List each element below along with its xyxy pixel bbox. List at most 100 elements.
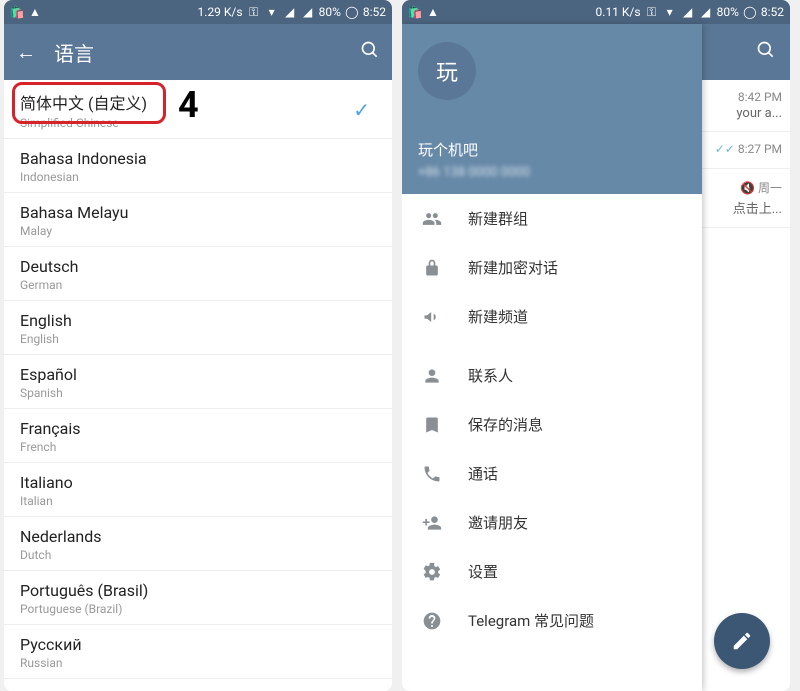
language-sub: French	[20, 440, 376, 454]
signal-icon: ◢	[283, 5, 297, 19]
language-item[interactable]: Bahasa IndonesiaIndonesian	[4, 139, 392, 193]
drawer-item-label: 联系人	[468, 365, 513, 386]
language-name: Español	[20, 365, 376, 384]
chat-time: 8:42 PM	[738, 90, 782, 104]
language-list[interactable]: 简体中文 (自定义)Simplified Chinese✓Bahasa Indo…	[4, 80, 392, 691]
chat-row[interactable]: 🔇 周一点击上...	[702, 169, 790, 228]
language-item[interactable]: NederlandsDutch	[4, 517, 392, 571]
status-bar: 🛍️ ▲ 1.29 K/s ⚿ ▾ ◢ ◢ 80% ◯ 8:52	[4, 0, 392, 24]
person-icon	[422, 366, 442, 386]
language-name: English	[20, 311, 376, 330]
avatar-initial: 玩	[436, 55, 458, 87]
drawer-item-gear[interactable]: 设置	[402, 547, 702, 596]
app-bar: ← 语言	[4, 24, 392, 80]
avatar[interactable]: 玩	[418, 42, 476, 100]
bag-icon: 🛍️	[408, 5, 422, 19]
language-sub: English	[20, 332, 376, 346]
drawer-item-help[interactable]: Telegram 常见问题	[402, 596, 702, 645]
battery-icon: ◯	[345, 5, 359, 19]
battery-pct: 80%	[319, 5, 341, 19]
chat-time: ✓✓ 8:27 PM	[715, 142, 782, 156]
chat-preview: your a...	[736, 106, 782, 121]
language-item[interactable]: Русский Russian	[4, 625, 392, 679]
signal-icon: ◢	[301, 5, 315, 19]
language-item[interactable]: Français French	[4, 409, 392, 463]
language-item[interactable]: English English	[4, 301, 392, 355]
language-sub: Malay	[20, 224, 376, 238]
clock: 8:52	[363, 5, 386, 19]
language-name: Français	[20, 419, 376, 438]
drawer-item-person[interactable]: 联系人	[402, 351, 702, 400]
language-item[interactable]: Italiano Italian	[4, 463, 392, 517]
warning-icon: ▲	[28, 5, 42, 19]
drawer-item-label: 通话	[468, 463, 498, 484]
language-sub: Indonesian	[20, 170, 376, 184]
language-sub: Dutch	[20, 548, 376, 562]
language-name: Português (Brasil)	[20, 581, 376, 600]
drawer-item-bookmark[interactable]: 保存的消息	[402, 400, 702, 449]
check-icon: ✓	[353, 98, 370, 122]
language-sub: Spanish	[20, 386, 376, 400]
language-sub: German	[20, 278, 376, 292]
step-number: 4	[178, 84, 199, 126]
username: 玩个机吧	[418, 139, 478, 160]
battery-icon: ◯	[743, 5, 757, 19]
compose-fab[interactable]	[714, 613, 770, 669]
status-bar: 🛍️ ▲ 0.11 K/s ⚿ ▾ ◢ ◢ 80% ◯ 8:52	[402, 0, 790, 24]
language-sub: Russian	[20, 656, 376, 670]
bookmark-icon	[422, 415, 442, 435]
phone-icon	[422, 464, 442, 484]
page-title: 语言	[54, 38, 94, 67]
language-item[interactable]: Español Spanish	[4, 355, 392, 409]
chat-preview: 点击上...	[733, 198, 782, 217]
drawer-item-group[interactable]: 新建群组	[402, 194, 702, 243]
drawer-item-label: 保存的消息	[468, 414, 543, 435]
back-button[interactable]: ←	[16, 40, 36, 65]
drawer-item-label: 新建群组	[468, 208, 528, 229]
signal-icon: ◢	[699, 5, 713, 19]
language-item[interactable]: Deutsch German	[4, 247, 392, 301]
clock: 8:52	[761, 5, 784, 19]
drawer-item-phone[interactable]: 通话	[402, 449, 702, 498]
key-icon: ⚿	[645, 5, 659, 19]
drawer-item-lock[interactable]: 新建加密对话	[402, 243, 702, 292]
battery-pct: 80%	[717, 5, 739, 19]
drawer-item-invite[interactable]: 邀请朋友	[402, 498, 702, 547]
language-name: Русский	[20, 635, 376, 654]
language-name: Italiano	[20, 473, 376, 492]
drawer-header: 玩 玩个机吧 +86 138 0000 0000	[402, 24, 702, 194]
net-speed: 1.29 K/s	[198, 5, 243, 19]
chat-list-bg: 8:42 PM your a... ✓✓ 8:27 PM 🔇 周一点击上...	[702, 24, 790, 691]
language-item[interactable]: Bahasa Melayu Malay	[4, 193, 392, 247]
key-icon: ⚿	[247, 5, 261, 19]
language-item[interactable]: Português (Brasil) Portuguese (Brazil)	[4, 571, 392, 625]
help-icon	[422, 611, 442, 631]
pencil-icon	[731, 630, 753, 652]
nav-drawer: 玩 玩个机吧 +86 138 0000 0000 新建群组新建加密对话新建频道联…	[402, 24, 702, 691]
chat-row[interactable]: 8:42 PM your a...	[702, 80, 790, 132]
net-speed: 0.11 K/s	[596, 5, 641, 19]
drawer-item-label: 设置	[468, 561, 498, 582]
app-bar	[702, 24, 790, 80]
search-button[interactable]	[360, 40, 380, 64]
language-sub: Italian	[20, 494, 376, 508]
warning-icon: ▲	[426, 5, 440, 19]
language-name: Bahasa Melayu	[20, 203, 376, 222]
signal-icon: ◢	[681, 5, 695, 19]
drawer-item-megaphone[interactable]: 新建频道	[402, 292, 702, 341]
chat-row[interactable]: ✓✓ 8:27 PM	[702, 132, 790, 169]
language-name: Deutsch	[20, 257, 376, 276]
language-sub: Portuguese (Brazil)	[20, 602, 376, 616]
mute-icon: 🔇	[740, 181, 755, 195]
read-checks-icon: ✓✓	[715, 142, 735, 156]
megaphone-icon	[422, 307, 442, 327]
user-phone: +86 138 0000 0000	[418, 165, 530, 180]
phone-drawer: 🛍️ ▲ 0.11 K/s ⚿ ▾ ◢ ◢ 80% ◯ 8:52 8:42 PM…	[402, 0, 790, 691]
bag-icon: 🛍️	[10, 5, 24, 19]
chat-time: 🔇 周一	[740, 179, 782, 196]
wifi-icon: ▾	[265, 5, 279, 19]
wifi-icon: ▾	[663, 5, 677, 19]
drawer-item-label: 新建频道	[468, 306, 528, 327]
search-button[interactable]	[756, 40, 776, 64]
language-item[interactable]: УкраїнськаUkrainian	[4, 679, 392, 691]
